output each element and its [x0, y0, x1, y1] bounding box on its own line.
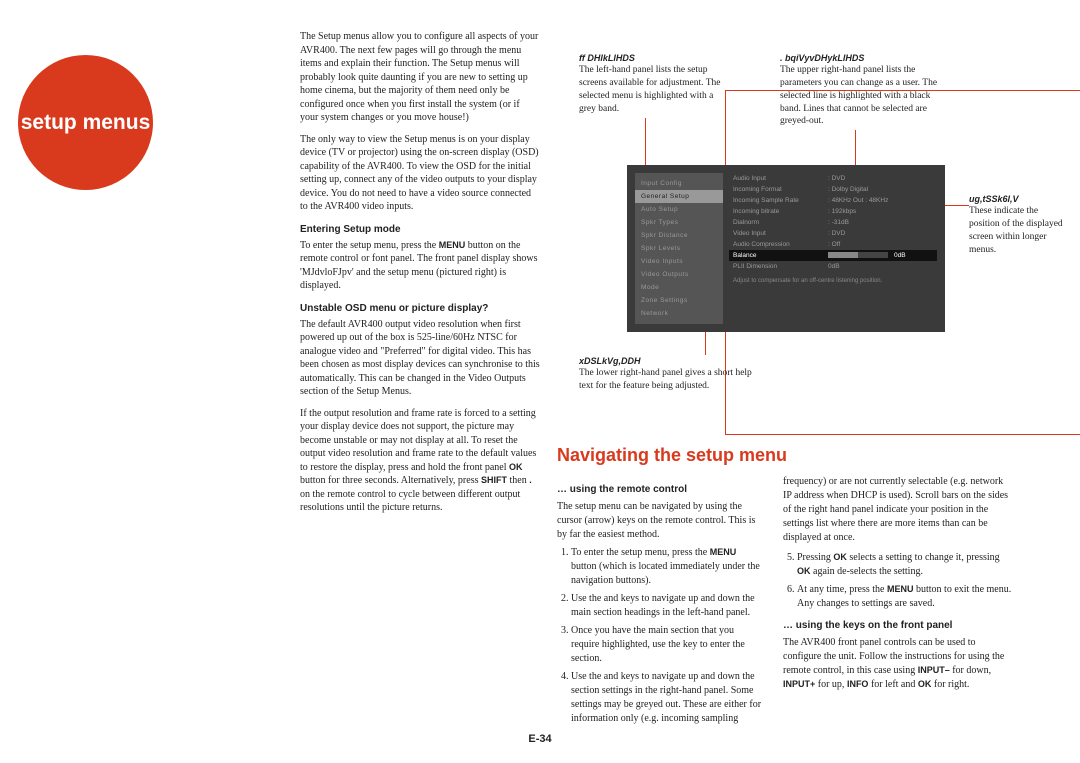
- osd-param-row: Audio Input: DVD: [729, 173, 937, 184]
- remote-heading: … using the remote control: [557, 483, 762, 497]
- remote-intro: The setup menu can be navigated by using…: [557, 500, 762, 542]
- left-column: The Setup menus allow you to configure a…: [300, 30, 540, 523]
- menu-label: MENU: [439, 240, 466, 250]
- osd-menu-item: Auto Setup: [635, 203, 723, 216]
- osd-param-row: Video Input: DVD: [729, 228, 937, 239]
- osd-param-row: Dialnorm: -31dB: [729, 217, 937, 228]
- entering-heading: Entering Setup mode: [300, 224, 540, 235]
- nav-col-right: frequency) or are not currently selectab…: [783, 475, 1013, 698]
- remote-steps-cont: Pressing OK selects a setting to change …: [797, 551, 1013, 611]
- osd-menu-item: Input Config: [635, 177, 723, 190]
- intro-p2: The only way to view the Setup menus is …: [300, 133, 540, 214]
- unstable-heading: Unstable OSD menu or picture display?: [300, 303, 540, 314]
- osd-param-row: Balance0dB: [729, 250, 937, 261]
- osd-menu-item: General Setup: [635, 190, 723, 203]
- unstable-p2: If the output resolution and frame rate …: [300, 407, 540, 515]
- callout-line: [945, 205, 969, 206]
- callout-line: [855, 130, 856, 170]
- osd-menu-item: Spkr Distance: [635, 229, 723, 242]
- osd-menu-item: Mode: [635, 281, 723, 294]
- cont-p: frequency) or are not currently selectab…: [783, 475, 1013, 545]
- remote-steps: To enter the setup menu, press the MENU …: [571, 546, 762, 726]
- osd-menu-item: Network: [635, 307, 723, 320]
- callout-help-text: xDSLkVg,DDH The lower right-hand panel g…: [579, 355, 754, 393]
- callout-line: [645, 118, 646, 170]
- page-number: E-34: [528, 733, 551, 745]
- step-6: At any time, press the MENU button to ex…: [797, 583, 1013, 611]
- osd-menu-item: Zone Settings: [635, 294, 723, 307]
- osd-menu-item: Video Outputs: [635, 268, 723, 281]
- front-heading: … using the keys on the front panel: [783, 619, 1013, 633]
- unstable-p1: The default AVR400 output video resoluti…: [300, 318, 540, 399]
- osd-param-row: Incoming Format: Dolby Digital: [729, 184, 937, 195]
- osd-param-row: Incoming bitrate: 192kbps: [729, 206, 937, 217]
- osd-screenshot: Input ConfigGeneral SetupAuto SetupSpkr …: [627, 165, 945, 332]
- intro-p1: The Setup menus allow you to configure a…: [300, 30, 540, 125]
- step-1: To enter the setup menu, press the MENU …: [571, 546, 762, 588]
- osd-right-panel: Audio Input: DVDIncoming Format: Dolby D…: [729, 173, 937, 324]
- osd-param-row: PLII Dimension0dB: [729, 261, 937, 272]
- callout-left-panel: ff DHlkLlHDS The left-hand panel lists t…: [579, 52, 729, 115]
- header-circle: setup menus: [18, 55, 153, 190]
- step-4: Use the and keys to navigate up and down…: [571, 670, 762, 726]
- display-code: MJdvloFJpv: [302, 267, 352, 278]
- step-5: Pressing OK selects a setting to change …: [797, 551, 1013, 579]
- osd-menu-item: Video Inputs: [635, 255, 723, 268]
- section-title: Navigating the setup menu: [557, 445, 787, 466]
- nav-col-left: … using the remote control The setup men…: [557, 475, 762, 730]
- osd-menu-item: Spkr Types: [635, 216, 723, 229]
- osd-left-panel: Input ConfigGeneral SetupAuto SetupSpkr …: [635, 173, 723, 324]
- step-2: Use the and keys to navigate up and down…: [571, 592, 762, 620]
- osd-menu-item: Spkr Levels: [635, 242, 723, 255]
- osd-help-text: Adjust to compensate for an off-centre l…: [729, 274, 937, 290]
- callout-right-panel: . bqiVyvDHykLlHDS The upper right-hand p…: [780, 52, 950, 128]
- header-circle-label: setup menus: [21, 111, 151, 135]
- entering-body: To enter the setup menu, press the MENU …: [300, 239, 540, 293]
- osd-param-row: Incoming Sample Rate: 48KHz Out : 48KHz: [729, 195, 937, 206]
- osd-param-row: Audio Compression: Off: [729, 239, 937, 250]
- callout-scrollbars: ug,tSSk6l,V These indicate the position …: [969, 193, 1069, 256]
- front-body: The AVR400 front panel controls can be u…: [783, 636, 1013, 692]
- step-3: Once you have the main section that you …: [571, 624, 762, 666]
